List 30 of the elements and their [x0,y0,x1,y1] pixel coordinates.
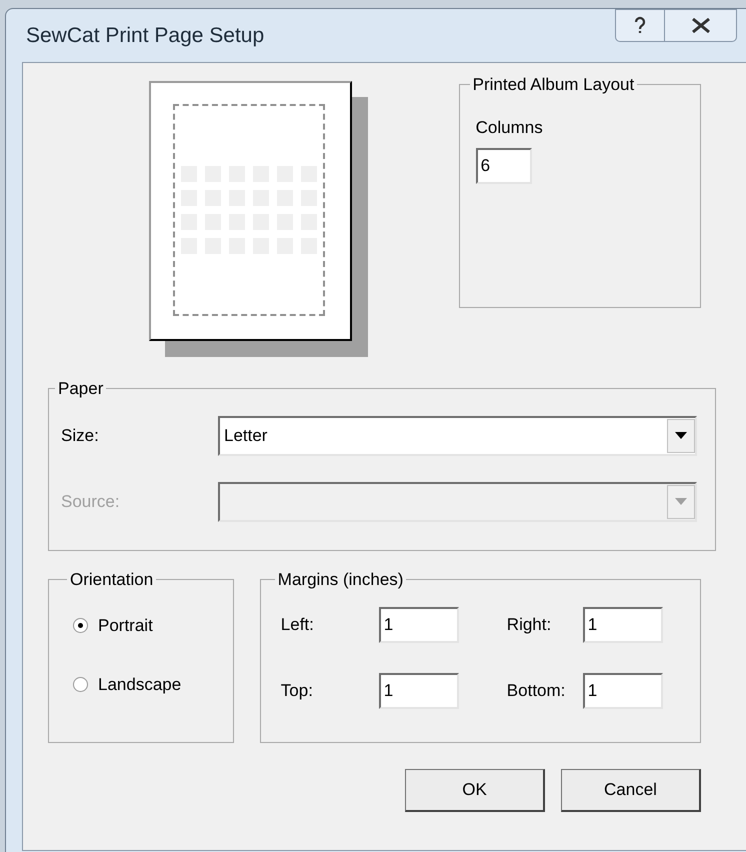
close-icon [690,18,710,33]
dialog-button[interactable]: OK [405,769,545,812]
text-field[interactable]: 1 [378,606,459,642]
radio-option[interactable]: Landscape [73,672,217,698]
dropdown-arrow-icon [675,498,687,505]
help-button[interactable] [615,9,665,42]
group-title: Orientation [69,569,154,591]
margin-label: Right: [506,614,552,636]
dialog-button[interactable]: Cancel [561,769,701,812]
size-label: Size: [61,424,100,447]
text-field[interactable]: 6 [476,148,532,184]
columns-label: Columns [476,116,544,138]
window-title: SewCat Print Page Setup [25,22,264,49]
text-field[interactable]: 1 [378,672,459,708]
margin-label: Top: [280,680,314,702]
source-label: Source: [61,490,121,513]
group-title: Paper [57,378,104,400]
radio-option[interactable]: Portrait [73,612,217,638]
text-field[interactable]: 1 [582,606,663,642]
close-button[interactable] [665,9,737,42]
text-field[interactable]: 1 [582,672,663,708]
dropdown[interactable]: Letter [218,416,697,456]
margin-label: Left: [280,614,315,636]
radio-button[interactable] [73,677,88,692]
group-title: Margins (inches) [276,569,404,591]
group-title: Printed Album Layout [472,74,636,96]
dropdown-arrow-icon [675,432,687,439]
margin-label: Bottom: [506,680,566,702]
radio-button[interactable] [73,618,88,633]
help-icon [633,16,647,36]
